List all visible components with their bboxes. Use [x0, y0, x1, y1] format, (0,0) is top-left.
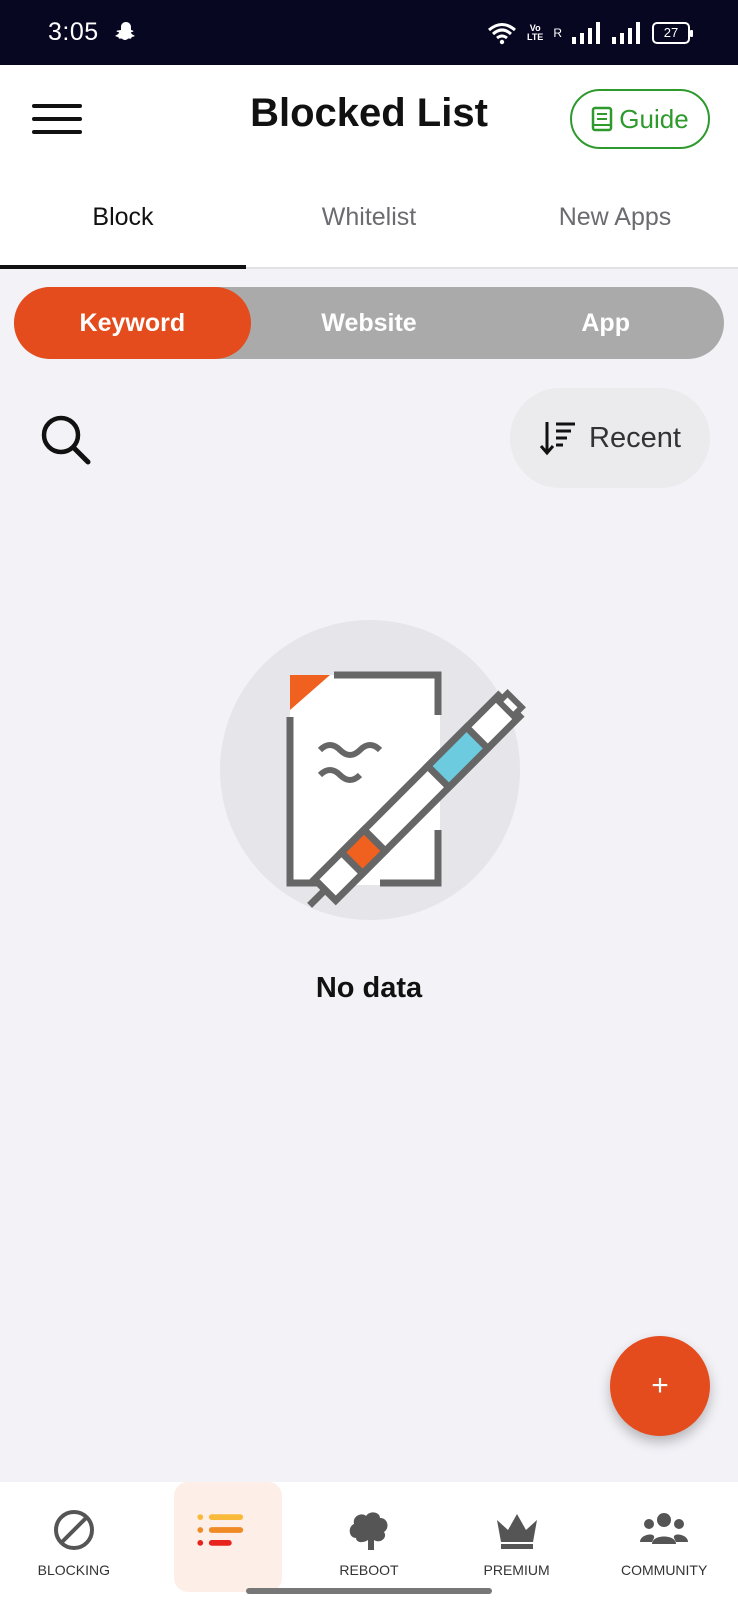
snapchat-icon	[115, 22, 135, 40]
nav-label: REBOOT	[339, 1562, 399, 1578]
empty-label: No data	[315, 972, 423, 1004]
type-segmented-control: Keyword Website App	[14, 287, 724, 359]
tab-block[interactable]: Block	[0, 177, 246, 269]
sort-label: Recent	[589, 421, 681, 454]
block-icon	[53, 1510, 94, 1550]
signal-icon-2	[612, 22, 640, 44]
nav-item-blocking[interactable]: BLOCKING	[0, 1482, 148, 1600]
battery-icon: 27	[652, 22, 693, 44]
brain-icon	[349, 1512, 388, 1550]
list-icon	[197, 1514, 244, 1546]
app-header: Blocked List Guide Block Whitelist New A…	[0, 65, 738, 269]
users-icon	[640, 1513, 689, 1544]
wifi-icon	[488, 23, 516, 45]
tab-bar: Block Whitelist New Apps	[0, 177, 738, 269]
segment-app[interactable]: App	[487, 287, 724, 359]
nav-item-reboot[interactable]: REBOOT	[295, 1482, 443, 1600]
tab-whitelist[interactable]: Whitelist	[246, 177, 492, 267]
nav-item-community[interactable]: COMMUNITY	[590, 1482, 738, 1600]
crown-icon	[496, 1514, 537, 1549]
nav-label: BLOCKING	[37, 1562, 110, 1578]
sort-button[interactable]: Recent	[510, 388, 710, 488]
nav-item-premium[interactable]: PREMIUM	[443, 1482, 591, 1600]
home-indicator	[246, 1588, 492, 1594]
segment-keyword[interactable]: Keyword	[14, 287, 251, 359]
guide-button[interactable]: Guide	[570, 89, 710, 149]
volte-indicator: Vo LTE	[526, 23, 544, 42]
document-pen-icon	[286, 671, 526, 908]
nav-label: COMMUNITY	[621, 1562, 708, 1578]
segment-website[interactable]: Website	[251, 287, 488, 359]
status-time: 3:05	[48, 18, 99, 46]
roaming-label: R	[553, 26, 562, 40]
status-bar: 3:05 Vo LTE R 27	[0, 0, 738, 65]
signal-icon	[572, 22, 600, 44]
bottom-navigation: BLOCKING REBOOT PREMIUM COMMUNITY	[0, 1482, 738, 1600]
status-icons: Vo LTE R 27	[487, 18, 693, 48]
add-button[interactable]: +	[610, 1336, 710, 1436]
tab-new-apps[interactable]: New Apps	[492, 177, 738, 267]
nav-item-list[interactable]	[148, 1482, 296, 1600]
guide-label: Guide	[619, 103, 689, 134]
sort-icon	[539, 422, 576, 456]
search-icon[interactable]	[38, 412, 92, 466]
book-icon	[592, 106, 613, 132]
nav-label: PREMIUM	[483, 1562, 550, 1578]
